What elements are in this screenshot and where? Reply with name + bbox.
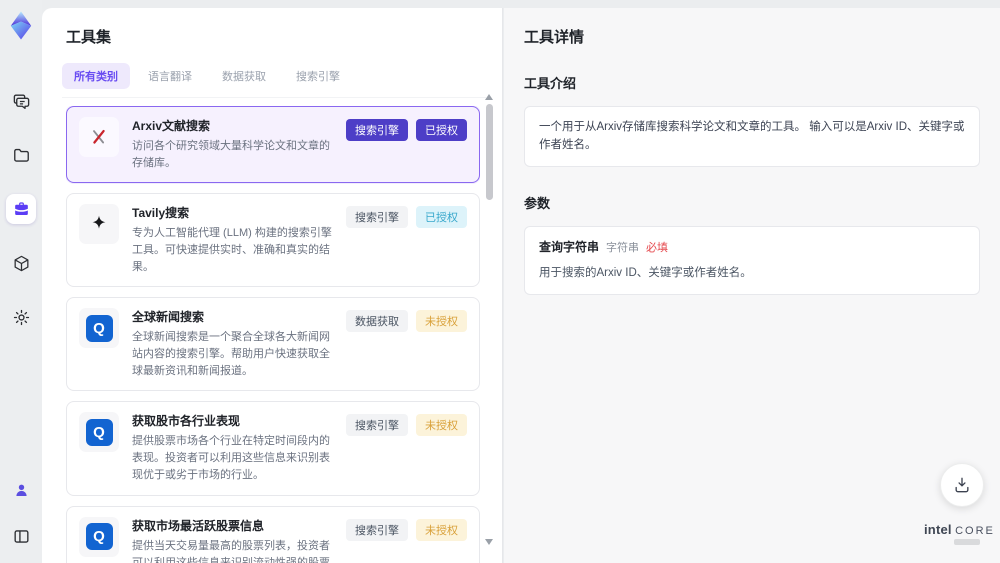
scrollbar-down-arrow[interactable]: [485, 539, 493, 545]
tool-desc: 提供当天交易量最高的股票列表，投资者可以利用这些信息来识别流动性强的股票和潜在的…: [132, 539, 330, 563]
auth-badge: 未授权: [416, 310, 467, 333]
panel-toggle-icon[interactable]: [6, 521, 36, 551]
category-badge: 搜索引擎: [346, 518, 408, 541]
tool-card-global-news[interactable]: Q 全球新闻搜索 全球新闻搜索是一个聚合全球各大新闻网站内容的搜索引擎。帮助用户…: [66, 297, 480, 392]
tool-card-most-active-stocks[interactable]: Q 获取市场最活跃股票信息 提供当天交易量最高的股票列表，投资者可以利用这些信息…: [66, 505, 480, 563]
intro-text: 一个用于从Arxiv存储库搜索科学论文和文章的工具。 输入可以是Arxiv ID…: [539, 121, 965, 152]
param-type: 字符串: [606, 241, 640, 254]
tool-card-sector-performance[interactable]: Q 获取股市各行业表现 提供股票市场各个行业在特定时间段内的表现。投资者可以利用…: [66, 401, 480, 496]
toolbox-icon[interactable]: [6, 194, 36, 224]
user-icon[interactable]: [6, 475, 36, 505]
package-icon[interactable]: [6, 248, 36, 278]
auth-badge: 未授权: [416, 414, 467, 437]
scrollbar-up-arrow[interactable]: [485, 94, 493, 100]
tool-name: Arxiv文献搜索: [132, 119, 211, 133]
params-heading: 参数: [524, 195, 551, 211]
detail-title: 工具详情: [524, 29, 585, 46]
tab-language-translation[interactable]: 语言翻译: [136, 63, 204, 89]
param-required-badge: 必填: [646, 241, 669, 254]
gear-icon[interactable]: [6, 302, 36, 332]
category-badge: 搜索引擎: [346, 206, 408, 229]
stock-search-icon: Q: [79, 412, 119, 453]
intel-core-logo: intel core: [924, 522, 993, 545]
tab-search-engine[interactable]: 搜索引擎: [284, 63, 352, 89]
auth-badge: 已授权: [416, 119, 467, 141]
core-wordmark: core: [955, 525, 995, 537]
tool-list-panel: 工具集 所有类别 语言翻译 数据获取 搜索引擎 Arxiv文献搜索 访问各个研究…: [42, 8, 503, 563]
tool-desc: 专为人工智能代理 (LLM) 构建的搜索引擎工具。可快速提供实时、准确和真实的结…: [132, 227, 332, 274]
tool-desc: 访问各个研究领域大量科学论文和文章的存储库。: [132, 140, 330, 170]
sparkle-icon: [79, 204, 119, 245]
tool-name: 获取市场最活跃股票信息: [132, 518, 265, 533]
tool-name: 全球新闻搜索: [132, 310, 205, 325]
app-logo[interactable]: [4, 8, 38, 42]
folder-icon[interactable]: [6, 140, 36, 170]
tool-desc: 全球新闻搜索是一个聚合全球各大新闻网站内容的搜索引擎。帮助用户快速获取全球最新资…: [132, 331, 330, 378]
tool-details-panel: 工具详情 工具介绍 一个用于从Arxiv存储库搜索科学论文和文章的工具。 输入可…: [504, 8, 1000, 563]
tool-desc: 提供股票市场各个行业在特定时间段内的表现。投资者可以利用这些信息来识别表现优于或…: [132, 435, 330, 482]
tab-all-categories[interactable]: 所有类别: [62, 63, 130, 89]
page-title: 工具集: [66, 29, 112, 46]
auth-badge: 已授权: [416, 206, 467, 229]
param-name: 查询字符串: [539, 239, 600, 254]
tool-card-arxiv[interactable]: Arxiv文献搜索 访问各个研究领域大量科学论文和文章的存储库。 搜索引擎 已授…: [66, 106, 480, 184]
tool-list: Arxiv文献搜索 访问各个研究领域大量科学论文和文章的存储库。 搜索引擎 已授…: [66, 106, 480, 563]
tool-card-tavily[interactable]: Tavily搜索 专为人工智能代理 (LLM) 构建的搜索引擎工具。可快速提供实…: [66, 193, 480, 288]
tool-name: Tavily搜索: [132, 206, 190, 221]
tool-name: 获取股市各行业表现: [132, 414, 241, 429]
arxiv-logo-icon: [79, 117, 119, 157]
category-badge: 搜索引擎: [346, 414, 408, 437]
intel-wordmark: intel: [924, 522, 952, 537]
stock-search-icon: Q: [79, 516, 119, 557]
scrollbar-thumb[interactable]: [486, 104, 493, 200]
category-badge: 数据获取: [346, 310, 408, 333]
intro-heading: 工具介绍: [524, 76, 577, 91]
param-desc: 用于搜索的Arxiv ID、关键字或作者姓名。: [539, 267, 752, 280]
download-icon: [955, 477, 969, 493]
auth-badge: 未授权: [416, 518, 467, 541]
param-box: 查询字符串 字符串 必填 用于搜索的Arxiv ID、关键字或作者姓名。: [524, 225, 980, 295]
news-search-icon: Q: [79, 308, 119, 349]
chat-icon[interactable]: [6, 86, 36, 116]
intro-box: 一个用于从Arxiv存储库搜索科学论文和文章的工具。 输入可以是Arxiv ID…: [524, 106, 980, 167]
category-badge: 搜索引擎: [346, 119, 408, 141]
brand-subtext: [954, 539, 980, 545]
tab-data-acquisition[interactable]: 数据获取: [210, 63, 278, 89]
category-tabs: 所有类别 语言翻译 数据获取 搜索引擎: [62, 63, 486, 98]
download-button[interactable]: [940, 463, 984, 507]
app-rail: [0, 0, 42, 563]
